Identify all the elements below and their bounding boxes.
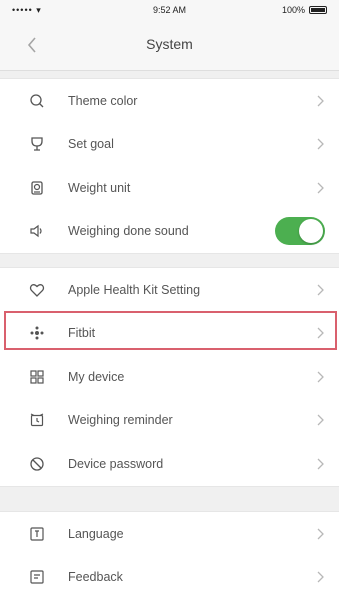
list-item-label: Set goal [68,137,114,152]
navigation-bar: System [0,20,339,71]
list-item-label: Weighing reminder [68,413,173,428]
list-item-my-device[interactable]: My device [0,355,339,399]
settings-group-integrations: Apple Health Kit Setting Fitbit My devic… [0,267,339,487]
list-item-label: Apple Health Kit Setting [68,282,201,297]
language-icon [28,525,46,543]
chevron-right-icon [315,181,325,195]
toggle-knob [299,219,323,244]
list-item-label: Device password [68,456,164,471]
theme-color-icon [28,92,46,110]
list-item-label: Weight unit [68,180,131,195]
chevron-right-icon [315,370,325,384]
chevron-right-icon [315,283,325,297]
sound-toggle[interactable] [275,217,325,246]
list-item-label: Fitbit [68,326,96,341]
list-item-label: Feedback [68,570,123,585]
page-title: System [146,36,193,52]
list-item-weighing-reminder[interactable]: Weighing reminder [0,399,339,443]
settings-group-general: Theme color Set goal Weight unit Weighin… [0,78,339,254]
alarm-clock-icon [28,411,46,429]
list-item-weight-unit[interactable]: Weight unit [0,166,339,210]
list-item-label: Weighing done sound [68,224,189,239]
list-item-feedback[interactable]: Feedback [0,556,339,594]
list-item-weighing-done-sound: Weighing done sound [0,210,339,254]
phone-screen: ••••• ▾ 9:52 AM 100% System Theme color [0,0,339,594]
chevron-right-icon [315,413,325,427]
list-item-set-goal[interactable]: Set goal [0,123,339,167]
chevron-right-icon [315,94,325,108]
chevron-right-icon [315,527,325,541]
heart-icon [28,281,46,299]
status-bar: ••••• ▾ 9:52 AM 100% [0,0,339,20]
list-item-label: Language [68,526,124,541]
chevron-right-icon [315,570,325,584]
chevron-right-icon [315,326,325,340]
lock-icon [28,455,46,473]
speaker-icon [28,222,46,240]
device-icon [28,368,46,386]
battery-percent: 100% [281,5,305,15]
chevron-right-icon [315,137,325,151]
battery-icon [309,6,327,14]
feedback-icon [28,568,46,586]
trophy-icon [28,135,46,153]
list-item-theme-color[interactable]: Theme color [0,79,339,123]
scale-icon [28,179,46,197]
settings-group-support: Language Feedback [0,511,339,594]
list-item-label: Theme color [68,93,138,108]
list-item-device-password[interactable]: Device password [0,442,339,486]
chevron-right-icon [315,457,325,471]
fitbit-icon [28,324,46,342]
list-item-label: My device [68,369,125,384]
list-item-language[interactable]: Language [0,512,339,556]
list-item-apple-health[interactable]: Apple Health Kit Setting [0,268,339,312]
battery-status: 100% [282,5,327,15]
list-item-fitbit[interactable]: Fitbit [0,312,339,356]
